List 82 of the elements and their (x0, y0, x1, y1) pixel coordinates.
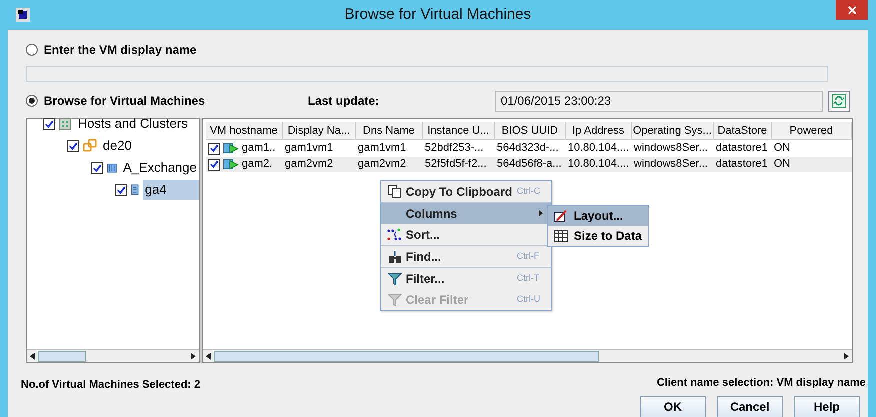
table-cell-text: windows8Ser... (634, 157, 708, 172)
menu-item[interactable]: Filter... Ctrl-T (381, 268, 551, 289)
scroll-left-icon (206, 352, 211, 360)
radio-label: Enter the VM display name (44, 42, 197, 59)
table-cell-text: gam1vm1 (358, 141, 406, 156)
client-name-selection: Client name selection: VM display name (656, 376, 866, 391)
column-header[interactable]: VM hostname (206, 122, 283, 140)
dots-icon (387, 228, 402, 242)
table-cell-text: gam2. (242, 157, 273, 172)
refresh-button[interactable] (828, 90, 850, 112)
menu-item[interactable]: Find... Ctrl-F (381, 246, 551, 267)
app-icon (16, 8, 30, 22)
cluster-icon (107, 161, 118, 175)
last-update-field: 01/06/2015 23:00:23 (495, 90, 823, 112)
close-icon (848, 6, 856, 14)
datacenter-icon (83, 139, 97, 153)
checkbox[interactable] (208, 142, 220, 154)
table-cell-text: gam2vm2 (358, 157, 406, 172)
tree-item[interactable]: de20 (101, 136, 134, 156)
server-icon (131, 183, 140, 197)
checkbox[interactable] (43, 118, 55, 130)
table-cell-text: ON (774, 157, 790, 172)
dialog-button[interactable]: Help (794, 396, 860, 417)
radio-button[interactable] (26, 44, 38, 56)
column-header[interactable]: Instance U... (423, 122, 495, 140)
table-cell-text: ON (774, 141, 790, 156)
status-text: No.of Virtual Machines Selected: 2 (21, 378, 201, 393)
table-cell-text: gam2vm2 (285, 157, 334, 172)
table-cell-text: 564d323d-... (497, 141, 559, 156)
tree-item[interactable]: Hosts and Clusters (76, 114, 190, 134)
column-header[interactable]: Operating Sys... (632, 122, 714, 140)
checkbox[interactable] (115, 184, 127, 196)
horizontal-scrollbar[interactable] (203, 349, 852, 362)
scroll-right-icon (191, 352, 196, 360)
table-cell-text: 52bdf253-... (425, 141, 484, 156)
column-header[interactable]: Ip Address (566, 122, 632, 140)
building-icon (59, 118, 72, 130)
window-title: Browse for Virtual Machines (344, 4, 532, 25)
scroll-right-icon (844, 352, 849, 360)
vm-name-field[interactable] (26, 66, 828, 82)
menu-item[interactable]: Copy To Clipboard Ctrl-C (381, 181, 551, 202)
checkbox[interactable] (67, 140, 79, 152)
grid-icon (554, 230, 568, 242)
table-cell-text: windows8Ser... (634, 141, 708, 156)
column-header[interactable]: Display Na... (283, 122, 356, 140)
table-cell-text: 564d56f8-a... (497, 157, 562, 172)
table-cell-text: datastore1 (716, 141, 768, 156)
submenu-arrow-icon (539, 210, 543, 217)
funnel-icon (388, 272, 402, 286)
column-header[interactable]: Dns Name (356, 122, 423, 140)
tree-item[interactable]: A_Exchange (121, 158, 199, 178)
menu-item[interactable]: Columns (381, 203, 551, 224)
scroll-left-icon (30, 352, 35, 360)
table-cell-text: 10.80.104.... (568, 157, 630, 172)
last-update-label: Last update: (308, 93, 380, 110)
table-cell-text: gam1vm1 (285, 141, 334, 156)
pencil-chart-icon (554, 209, 568, 223)
checkbox[interactable] (208, 158, 220, 170)
column-header[interactable]: Powered (772, 122, 852, 140)
close-button[interactable] (836, 0, 868, 20)
funnel-icon (388, 292, 402, 306)
table-cell-text: gam1.. (242, 141, 276, 156)
column-header[interactable]: BIOS UUID (495, 122, 566, 140)
table-cell-text: 52f5fd5f-f2... (425, 157, 487, 172)
radio-button[interactable] (26, 95, 38, 107)
dialog-button[interactable]: OK (640, 396, 706, 417)
table-cell-text: 10.80.104.... (568, 141, 630, 156)
refresh-icon (832, 94, 846, 108)
table-cell-text: datastore1 (716, 157, 768, 172)
radio-label: Browse for Virtual Machines (44, 93, 206, 110)
menu-item[interactable]: Size to Data (548, 226, 648, 246)
menu-item[interactable]: Sort... (381, 224, 551, 245)
binoculars-icon (388, 250, 402, 264)
tree-item[interactable]: ga4 (143, 180, 199, 200)
vm-icon (223, 158, 239, 172)
column-header[interactable]: DataStore (714, 122, 772, 140)
copy-icon (388, 184, 402, 198)
vm-icon (223, 142, 239, 156)
checkbox[interactable] (91, 162, 103, 174)
dialog-button[interactable]: Cancel (717, 396, 783, 417)
menu-item[interactable]: Layout... (548, 206, 648, 226)
horizontal-scrollbar[interactable] (27, 349, 199, 362)
